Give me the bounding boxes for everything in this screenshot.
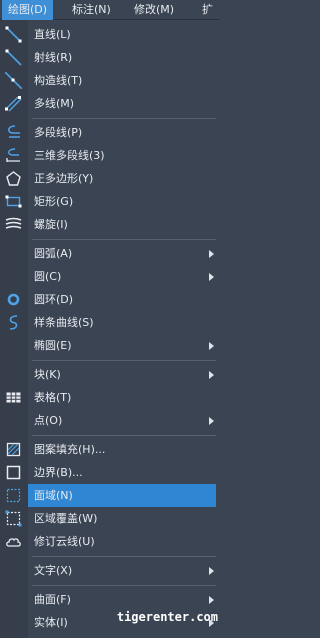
menu-item-donut[interactable]: 圆环(D): [0, 288, 216, 311]
3d-polyline-icon: [6, 148, 20, 162]
menu-item-label: 圆弧(A): [34, 247, 73, 260]
submenu-arrow-icon: [209, 250, 214, 258]
menu-item-label: 修订云线(U): [34, 535, 95, 548]
polygon-icon: [6, 171, 21, 186]
menu-separator: [32, 118, 216, 119]
menu-item-helix[interactable]: 螺旋(I): [0, 213, 216, 236]
menu-item-3d-polyline[interactable]: 三维多段线(3): [0, 144, 216, 167]
menu-item-label: 图案填充(H)...: [34, 443, 106, 456]
menu-item-label: 构造线(T): [34, 74, 83, 87]
menu-separator: [32, 360, 216, 361]
table-icon: [6, 392, 21, 403]
menu-item-spline[interactable]: 样条曲线(S): [0, 311, 216, 334]
menu-item-label: 正多边形(Y): [34, 172, 94, 185]
menu-item-boundary[interactable]: 边界(B)...: [0, 461, 216, 484]
menu-item-label: 矩形(G): [34, 195, 74, 208]
construction-line-icon: [5, 72, 22, 89]
menu-item-line[interactable]: 直线(L): [0, 23, 216, 46]
menu-item-label: 面域(N): [34, 489, 73, 502]
rectangle-icon: [5, 195, 22, 208]
submenu-arrow-icon: [209, 596, 214, 604]
menu-separator: [32, 585, 216, 586]
menu-item-polyline[interactable]: 多段线(P): [0, 121, 216, 144]
menu-item-label: 圆环(D): [34, 293, 74, 306]
menu-item-block[interactable]: 块(K): [0, 363, 216, 386]
menu-item-label: 椭圆(E): [34, 339, 72, 352]
menu-dimension[interactable]: 标注(N): [66, 0, 117, 20]
menu-item-region[interactable]: 面域(N): [6, 484, 216, 507]
submenu-arrow-icon: [209, 567, 214, 575]
multiline-icon: [5, 96, 22, 112]
ray-icon: [5, 49, 22, 66]
menu-item-arc[interactable]: 圆弧(A): [0, 242, 216, 265]
helix-icon: [5, 217, 22, 229]
menu-item-label: 三维多段线(3): [34, 149, 105, 162]
line-icon: [5, 26, 22, 43]
menu-extensions[interactable]: 扩: [196, 0, 219, 20]
submenu-arrow-icon: [209, 342, 214, 350]
draw-dropdown-menu: 直线(L) 射线(R) 构造线(T) 多线(M) 多段线(P) 三维多段线(3)…: [0, 20, 220, 638]
menu-item-text[interactable]: 文字(X): [0, 559, 216, 582]
menu-item-wipeout[interactable]: 区域覆盖(W): [0, 507, 216, 530]
polyline-icon: [8, 125, 20, 138]
menu-item-point[interactable]: 点(O): [0, 409, 216, 432]
menu-item-label: 曲面(F): [34, 593, 71, 606]
menu-separator: [32, 556, 216, 557]
menu-item-label: 点(O): [34, 414, 63, 427]
menu-item-label: 实体(I): [34, 616, 68, 629]
menu-item-ellipse[interactable]: 椭圆(E): [0, 334, 216, 357]
menu-item-circle[interactable]: 圆(C): [0, 265, 216, 288]
menu-item-label: 直线(L): [34, 28, 71, 41]
menu-item-label: 圆(C): [34, 270, 62, 283]
menu-separator: [32, 239, 216, 240]
menu-modify[interactable]: 修改(M): [128, 0, 180, 20]
menu-item-label: 块(K): [34, 368, 61, 381]
menu-item-label: 多段线(P): [34, 126, 83, 139]
menu-bar: 绘图(D) 标注(N) 修改(M) 扩: [0, 0, 220, 20]
wipeout-icon: [5, 510, 22, 527]
menu-item-ray[interactable]: 射线(R): [0, 46, 216, 69]
region-icon: [6, 488, 21, 503]
donut-icon: [7, 293, 20, 306]
submenu-arrow-icon: [209, 371, 214, 379]
menu-item-label: 边界(B)...: [34, 466, 83, 479]
menu-item-table[interactable]: 表格(T): [0, 386, 216, 409]
watermark-text: tigerenter.com: [116, 610, 218, 624]
menu-item-label: 区域覆盖(W): [34, 512, 98, 525]
menu-item-label: 样条曲线(S): [34, 316, 94, 329]
menu-draw[interactable]: 绘图(D): [2, 0, 54, 20]
menu-item-multiline[interactable]: 多线(M): [0, 92, 216, 115]
menu-item-rectangle[interactable]: 矩形(G): [0, 190, 216, 213]
menu-separator: [32, 435, 216, 436]
submenu-arrow-icon: [209, 273, 214, 281]
menu-item-label: 螺旋(I): [34, 218, 68, 231]
menu-item-label: 表格(T): [34, 391, 72, 404]
spline-icon: [9, 315, 18, 330]
boundary-icon: [6, 465, 21, 480]
menu-item-label: 射线(R): [34, 51, 73, 64]
revision-cloud-icon: [6, 538, 21, 547]
menu-item-polygon[interactable]: 正多边形(Y): [0, 167, 216, 190]
hatch-icon: [6, 442, 21, 457]
submenu-arrow-icon: [209, 417, 214, 425]
menu-item-revision-cloud[interactable]: 修订云线(U): [0, 530, 216, 553]
menu-item-surface[interactable]: 曲面(F): [0, 588, 216, 611]
menu-item-label: 多线(M): [34, 97, 75, 110]
menu-item-label: 文字(X): [34, 564, 73, 577]
menu-item-hatch[interactable]: 图案填充(H)...: [0, 438, 216, 461]
menu-item-construction-line[interactable]: 构造线(T): [0, 69, 216, 92]
